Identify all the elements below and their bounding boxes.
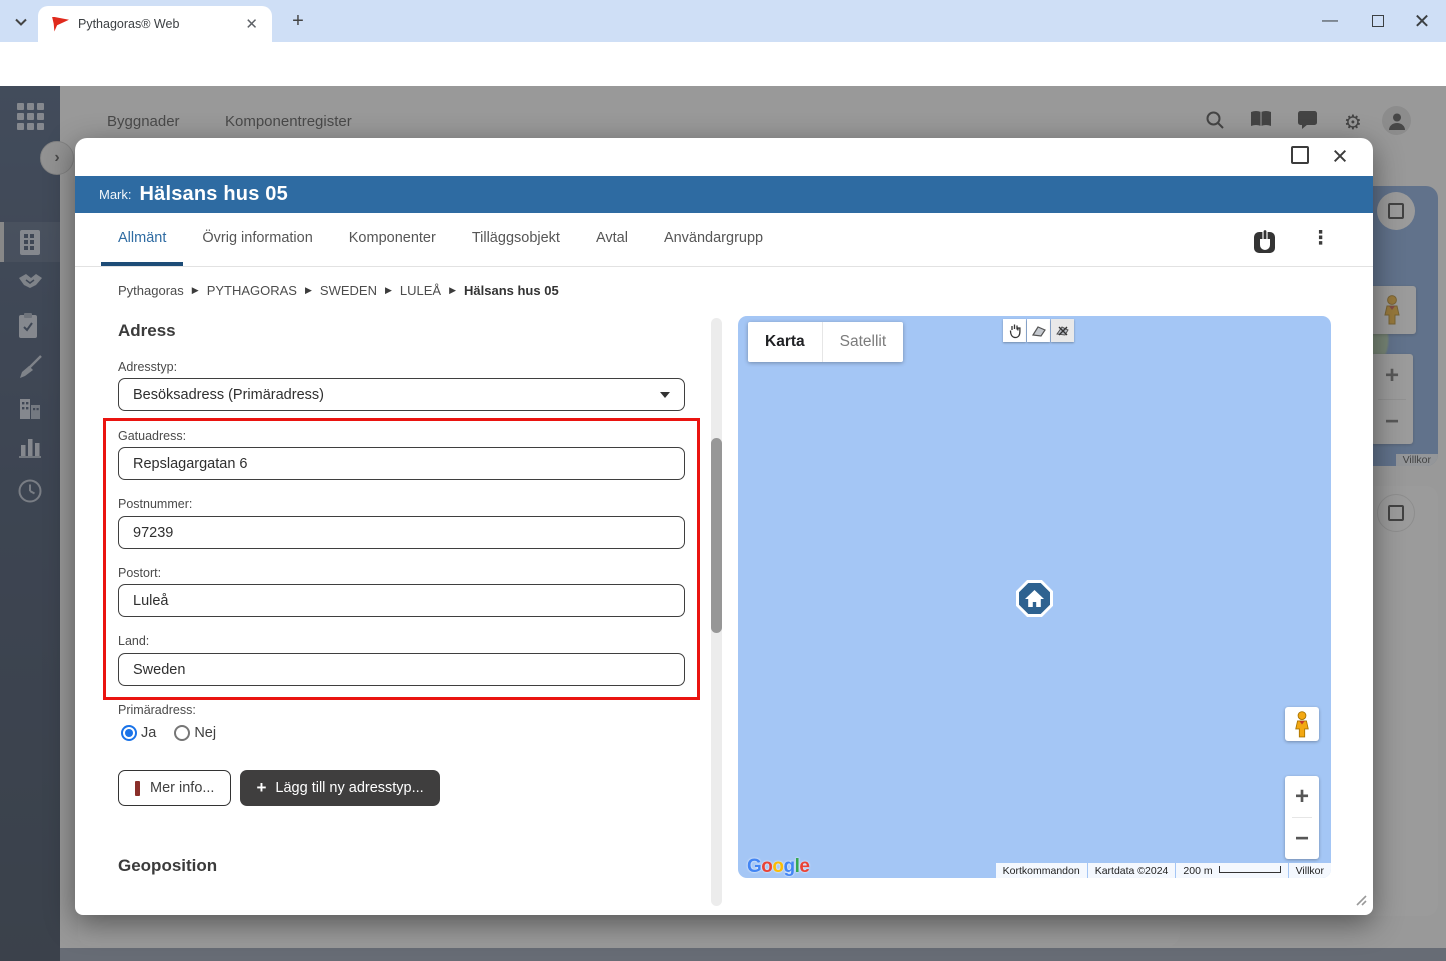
adresstyp-label: Adresstyp: [118, 360, 178, 374]
mark-dialog: × Mark: Hälsans hus 05 Allmänt Övrig inf… [75, 138, 1373, 915]
radio-nej[interactable]: Nej [174, 725, 216, 741]
plus-icon: + [256, 778, 267, 797]
breadcrumb: Pythagoras ▶ PYTHAGORAS ▶ SWEDEN ▶ LULEÅ… [118, 283, 559, 298]
terms-link[interactable]: Villkor [1288, 863, 1331, 878]
address-buttons-row: Mer info... + Lägg till ny adresstyp... [118, 770, 440, 806]
section-heading-geoposition: Geoposition [118, 856, 218, 875]
map-type-karta-button[interactable]: Karta [748, 322, 823, 362]
tab-title: Pythagoras® Web [78, 17, 180, 31]
info-bar-icon [135, 780, 140, 796]
radio-ja-label: Ja [141, 725, 157, 741]
dialog-title: Hälsans hus 05 [139, 183, 288, 205]
map-data-label: Kartdata ©2024 [1087, 863, 1176, 878]
map-drawing-tools [1003, 319, 1075, 342]
dialog-maximize-icon[interactable] [1291, 146, 1309, 164]
breadcrumb-item[interactable]: PYTHAGORAS [207, 283, 297, 298]
breadcrumb-item[interactable]: LULEÅ [400, 283, 441, 298]
map-panel[interactable]: Karta Satellit + − Google Kortkommandon … [738, 316, 1331, 878]
add-address-type-button[interactable]: + Lägg till ny adresstyp... [240, 770, 440, 806]
dialog-scrollbar[interactable] [711, 318, 722, 906]
building-location-marker-icon[interactable] [1016, 580, 1053, 617]
screen: Pythagoras® Web ✕ + — ✕ ← → pim.pythagor… [0, 0, 1446, 961]
zoom-out-button[interactable]: − [1285, 818, 1319, 859]
chevron-down-icon [660, 391, 670, 398]
add-address-type-label: Lägg till ny adresstyp... [275, 780, 424, 796]
tab-search-chevron-icon[interactable] [8, 9, 34, 35]
more-info-button[interactable]: Mer info... [118, 770, 232, 806]
section-heading-adress: Adress [118, 321, 176, 340]
dialog-header: Mark: Hälsans hus 05 [75, 176, 1373, 213]
gatuadress-label: Gatuadress: [118, 429, 187, 443]
land-label: Land: [118, 634, 150, 648]
adresstyp-select[interactable]: Besöksadress (Primäradress) [118, 378, 685, 411]
breadcrumb-separator-icon: ▶ [304, 285, 312, 295]
new-tab-button[interactable]: + [286, 10, 310, 34]
dialog-resize-handle[interactable] [1351, 890, 1367, 911]
tab-close-icon[interactable]: ✕ [241, 13, 262, 35]
window-close-button[interactable]: ✕ [1410, 10, 1434, 33]
breadcrumb-item-current[interactable]: Hälsans hus 05 [464, 283, 559, 298]
map-scale-label: 200 m [1183, 864, 1213, 877]
dialog-tab-bar: Allmänt Övrig information Komponenter Ti… [75, 213, 1373, 267]
breadcrumb-item[interactable]: Pythagoras [118, 283, 184, 298]
polygon-delete-tool-icon[interactable] [1051, 319, 1074, 342]
tab-avtal[interactable]: Avtal [579, 213, 645, 266]
breadcrumb-separator-icon: ▶ [449, 285, 457, 295]
browser-toolbar: ← → pim.pythagoras.se/py_datamanager_int… [0, 42, 1446, 122]
entity-type-label: Mark: [99, 187, 132, 202]
map-type-control: Karta Satellit [748, 322, 904, 362]
breadcrumb-item[interactable]: SWEDEN [320, 283, 377, 298]
tab-ovrig-information[interactable]: Övrig information [185, 213, 329, 266]
radio-nej-label: Nej [194, 725, 217, 741]
adresstyp-value: Besöksadress (Primäradress) [133, 386, 324, 403]
pan-hand-tool-icon[interactable] [1003, 319, 1026, 342]
dialog-close-icon[interactable]: × [1327, 139, 1353, 173]
land-input[interactable] [118, 653, 685, 686]
browser-tab-strip: Pythagoras® Web ✕ + — ✕ [0, 0, 1446, 42]
pythagoras-favicon-icon [52, 16, 69, 32]
map-type-satellit-button[interactable]: Satellit [822, 322, 904, 362]
polygon-draw-tool-icon[interactable] [1027, 319, 1050, 342]
map-zoom-control: + − [1285, 776, 1319, 859]
postort-label: Postort: [118, 566, 162, 580]
radio-nej-icon[interactable] [174, 725, 191, 741]
browser-tab[interactable]: Pythagoras® Web ✕ [38, 6, 272, 42]
scrollbar-thumb[interactable] [711, 438, 722, 633]
keyboard-shortcuts-link[interactable]: Kortkommandon [995, 863, 1087, 878]
postnummer-input[interactable] [118, 516, 685, 549]
tab-tillaggsobjekt[interactable]: Tilläggsobjekt [455, 213, 577, 266]
postort-input[interactable] [118, 584, 685, 617]
tab-allmant[interactable]: Allmänt [101, 213, 184, 266]
map-scale-bar [1218, 866, 1281, 873]
zoom-in-button[interactable]: + [1285, 776, 1319, 817]
gatuadress-input[interactable] [118, 447, 685, 480]
google-logo: Google [747, 856, 810, 877]
more-info-label: Mer info... [150, 780, 215, 796]
breadcrumb-separator-icon: ▶ [384, 285, 392, 295]
primaradress-label: Primäradress: [118, 703, 196, 717]
dialog-window-bar: × [75, 138, 1373, 176]
map-scale: 200 m [1176, 863, 1288, 878]
breadcrumb-separator-icon: ▶ [191, 285, 199, 295]
tab-anvandargrupp[interactable]: Användargrupp [647, 213, 780, 266]
radio-ja[interactable]: Ja [121, 725, 156, 741]
window-minimize-button[interactable]: — [1318, 10, 1342, 32]
postnummer-label: Postnummer: [118, 497, 193, 511]
tab-komponenter[interactable]: Komponenter [332, 213, 453, 266]
dialog-kebab-menu-icon[interactable]: ⋮ [1311, 227, 1330, 253]
touch-tool-icon[interactable] [1253, 228, 1277, 259]
map-attribution-bar: Kortkommandon Kartdata ©2024 200 m Villk… [995, 863, 1331, 878]
radio-ja-icon[interactable] [121, 725, 137, 741]
pegman-street-view-button[interactable] [1285, 707, 1319, 741]
primaradress-radio-group: Ja Nej [121, 725, 216, 741]
window-maximize-button[interactable] [1366, 10, 1390, 32]
